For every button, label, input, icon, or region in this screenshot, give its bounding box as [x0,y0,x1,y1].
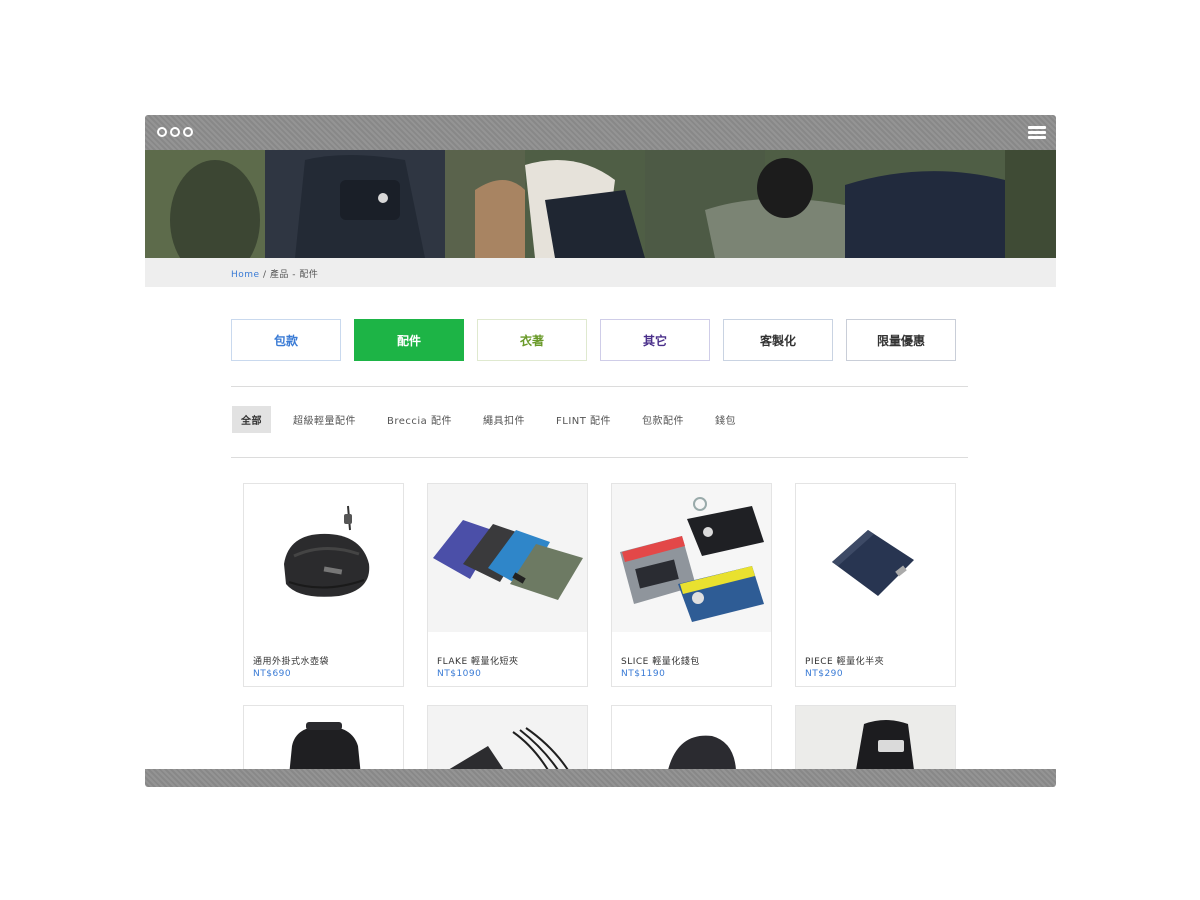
category-tabs: 包款 配件 衣著 其它 客製化 限量優惠 [231,319,956,361]
category-tab-custom[interactable]: 客製化 [723,319,833,361]
bottle-pouch-image [244,484,403,632]
category-tab-label: 限量優惠 [876,333,925,348]
product-name: PIECE 輕量化半夾 [805,657,885,667]
window-footer-bar [145,769,1056,787]
subcategory-filter: 全部 超級輕量配件 Breccia 配件 繩具扣件 FLINT 配件 包款配件 … [232,406,758,433]
product-card[interactable]: 通用外掛式水壺袋 NT$690 [243,483,404,687]
product-card[interactable]: FLAKE 輕量化短夾 NT$1090 [427,483,588,687]
breadcrumb-separator: / [262,270,267,280]
category-tab-other[interactable]: 其它 [600,319,710,361]
product-grid: 通用外掛式水壺袋 NT$690 FLAKE 輕量化短夾 NT$1090 SLIC… [243,483,956,787]
window-control-icon[interactable] [157,127,167,137]
subcategory-all[interactable]: 全部 [232,406,271,433]
slice-wallet-image [612,484,771,632]
window-control-icon[interactable] [170,127,180,137]
hikers-photo [145,150,1056,258]
product-name: FLAKE 輕量化短夾 [437,657,519,667]
subcategory-breccia[interactable]: Breccia 配件 [378,406,461,433]
breadcrumb-home-link[interactable]: Home [231,270,260,280]
category-tab-label: 配件 [396,333,421,348]
category-tab-apparel[interactable]: 衣著 [477,319,587,361]
category-tab-label: 其它 [642,333,667,348]
category-tab-limited-offer[interactable]: 限量優惠 [846,319,956,361]
subcategory-flint[interactable]: FLINT 配件 [547,406,620,433]
subcategory-wallets[interactable]: 錢包 [706,406,745,433]
breadcrumb-current: 產品 - 配件 [269,270,319,280]
product-price: NT$1090 [437,669,482,679]
category-tab-label: 包款 [273,333,298,348]
window-control-icon[interactable] [183,127,193,137]
divider [231,457,968,458]
flake-wallet-image [428,484,587,632]
category-tab-accessories[interactable]: 配件 [354,319,464,361]
window-titlebar [145,115,1056,150]
breadcrumb: Home / 產品 - 配件 [231,267,318,280]
category-tab-label: 客製化 [759,333,796,348]
subcategory-cords-buckles[interactable]: 繩具扣件 [474,406,534,433]
window-controls [157,127,193,137]
product-name: SLICE 輕量化錢包 [621,657,700,667]
subcategory-ultralight[interactable]: 超級輕量配件 [284,406,365,433]
browser-window: Home / 產品 - 配件 包款 配件 衣著 其它 客製化 限量優惠 全部 超… [145,115,1056,787]
category-tab-label: 衣著 [519,333,544,348]
hamburger-menu-icon[interactable] [1028,126,1046,139]
piece-wallet-image [796,484,955,632]
hero-banner [145,150,1056,258]
divider [231,386,968,387]
product-name: 通用外掛式水壺袋 [253,657,330,667]
category-tab-bags[interactable]: 包款 [231,319,341,361]
product-card[interactable]: PIECE 輕量化半夾 NT$290 [795,483,956,687]
subcategory-bag-accessories[interactable]: 包款配件 [633,406,693,433]
breadcrumb-bar: Home / 產品 - 配件 [145,258,1056,287]
product-price: NT$290 [805,669,844,679]
product-price: NT$690 [253,669,292,679]
product-card[interactable]: SLICE 輕量化錢包 NT$1190 [611,483,772,687]
product-price: NT$1190 [621,669,666,679]
